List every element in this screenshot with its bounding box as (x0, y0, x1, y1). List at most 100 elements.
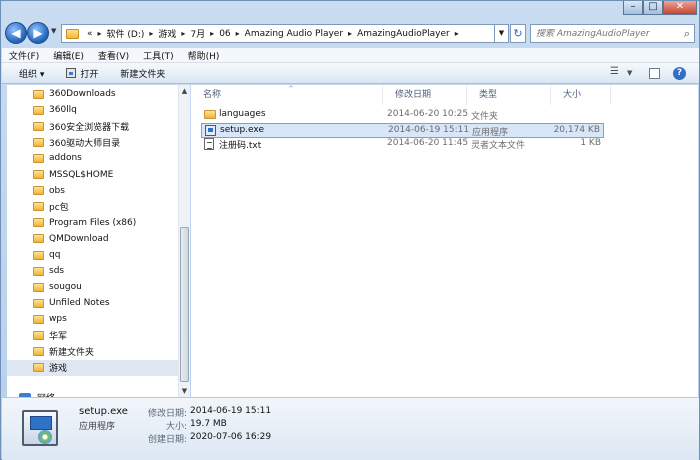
recent-pages-dropdown[interactable]: ▼ (51, 27, 56, 35)
folder-icon (33, 89, 44, 99)
breadcrumb-item[interactable]: 06 (216, 29, 233, 39)
folder-icon (33, 202, 44, 212)
breadcrumb-chevron-icon[interactable]: ▸ (234, 29, 242, 38)
sidebar-item-label: Unfiled Notes (49, 298, 110, 309)
folder-icon (66, 28, 79, 39)
sidebar-item-label: wps (49, 314, 67, 325)
details-created-label: 创建日期: (147, 435, 187, 445)
sidebar-item-folder[interactable]: 360llq (7, 102, 179, 118)
column-header-size[interactable]: 大小 (551, 85, 611, 105)
sidebar-item-folder[interactable]: 新建文件夹 (7, 344, 179, 360)
breadcrumb-chevron-icon[interactable]: ▸ (96, 29, 104, 38)
column-header-type[interactable]: 类型 (467, 85, 551, 105)
breadcrumb-chevron-icon[interactable]: ▸ (147, 29, 155, 38)
open-button[interactable]: 打开 (66, 67, 98, 80)
sidebar-item-label: sougou (49, 282, 82, 293)
sidebar-item-folder[interactable]: Program Files (x86) (7, 215, 179, 231)
preview-pane-icon[interactable] (649, 68, 660, 79)
sidebar-item-label: sds (49, 266, 65, 277)
column-header-name[interactable]: 名称 (191, 85, 383, 105)
folder-icon (33, 186, 44, 196)
breadcrumb-item[interactable]: AmazingAudioPlayer (354, 29, 453, 39)
sidebar-item-folder[interactable]: addons (7, 150, 179, 166)
sidebar-item-label: 360Downloads (49, 89, 116, 99)
chevron-down-icon: ▼ (51, 27, 57, 35)
new-folder-button[interactable]: 新建文件夹 (120, 67, 165, 80)
sidebar-item-label: 游戏 (49, 364, 68, 375)
column-header-date[interactable]: 修改日期 (383, 85, 467, 105)
scroll-down-icon[interactable]: ▼ (179, 385, 190, 397)
breadcrumb-item[interactable]: 游戏 (155, 27, 179, 40)
sidebar-item-folder[interactable]: Unfiled Notes (7, 295, 179, 311)
file-list: 名称 ^ 修改日期 类型 大小 languages 2014-06-20 10:2… (191, 85, 698, 397)
sidebar-item-label: 360驱动大师目录 (49, 138, 121, 149)
breadcrumb-chevron-icon[interactable]: ▸ (346, 29, 354, 38)
folder-icon (33, 218, 44, 228)
change-view-icon[interactable]: ☰ (610, 66, 619, 77)
sidebar-item-folder[interactable]: 360Downloads (7, 86, 179, 102)
file-date: 2014-06-20 11:45 (387, 138, 469, 148)
file-row[interactable]: 注册码.txt 2014-06-20 11:45 灵者文本文件 1 KB (201, 137, 604, 152)
folder-icon (33, 363, 44, 373)
scrollbar-thumb[interactable] (180, 227, 189, 382)
sidebar-item-folder[interactable]: pc包 (7, 199, 179, 215)
sidebar-item-label: MSSQL$HOME (49, 169, 114, 180)
organize-button[interactable]: 组织 ▾ (19, 67, 44, 80)
file-name: 注册码.txt (219, 141, 262, 151)
menu-item[interactable]: 文件(F) (9, 49, 39, 62)
sidebar-item-label: Program Files (x86) (49, 217, 137, 228)
navigation-scrollbar[interactable]: ▲ ▼ (178, 85, 190, 397)
sidebar-item-folder[interactable]: sds (7, 263, 179, 279)
close-button[interactable]: ✕ (663, 1, 697, 15)
open-icon (66, 68, 77, 78)
help-icon[interactable]: ? (673, 67, 686, 80)
forward-button[interactable]: ▶ (27, 22, 49, 44)
breadcrumb-chevron-icon[interactable]: ▸ (453, 29, 461, 38)
search-input[interactable] (536, 28, 676, 39)
sidebar-item-folder[interactable]: 游戏 (7, 359, 179, 376)
sidebar-item-folder[interactable]: qq (7, 247, 179, 263)
address-bar[interactable]: « ▸ 软件 (D:) ▸ 游戏 ▸ 7月 ▸ 06 ▸ Amazing Audio Player… (61, 24, 495, 43)
sidebar-item-folder[interactable]: QMDownload (7, 231, 179, 247)
menu-item[interactable]: 查看(V) (98, 49, 129, 62)
details-pane: setup.exe 应用程序 修改日期: 2014-06-19 15:11 大小… (2, 397, 699, 460)
menu-item[interactable]: 帮助(H) (188, 49, 220, 62)
breadcrumb-overflow[interactable]: « (84, 29, 96, 39)
menu-item[interactable]: 工具(T) (143, 49, 174, 62)
sidebar-item-folder[interactable]: sougou (7, 279, 179, 295)
breadcrumb-chevron-icon[interactable]: ▸ (208, 29, 216, 38)
breadcrumb-item[interactable]: Amazing Audio Player (242, 29, 346, 39)
sidebar-item-folder[interactable]: obs (7, 183, 179, 199)
minimize-button[interactable]: – (623, 1, 643, 15)
file-row[interactable]: setup.exe 2014-06-19 15:11 应用程序 20,174 KB (201, 122, 604, 138)
search-box[interactable]: ⌕ (530, 24, 695, 43)
chevron-down-icon: ▼ (498, 29, 505, 37)
maximize-button[interactable]: □ (643, 1, 663, 15)
scroll-up-icon[interactable]: ▲ (179, 85, 190, 97)
sidebar-item-folder[interactable]: 360安全浏览器下载 (7, 118, 179, 134)
file-type: 灵者文本文件 (471, 141, 526, 151)
exe-icon (205, 124, 216, 136)
chevron-down-icon[interactable]: ▼ (627, 69, 632, 77)
sidebar-item-folder[interactable]: 360驱动大师目录 (7, 134, 179, 150)
breadcrumb-item[interactable]: 7月 (187, 27, 208, 40)
folder-icon (33, 170, 44, 179)
address-history-dropdown[interactable]: ▼ (495, 24, 509, 43)
refresh-button[interactable]: ↻ (510, 24, 526, 43)
search-icon[interactable]: ⌕ (684, 27, 690, 41)
breadcrumb-item[interactable]: 软件 (D:) (104, 27, 148, 40)
installer-icon (22, 410, 58, 446)
arrow-right-icon: ▶ (33, 26, 43, 40)
back-button[interactable]: ◀ (5, 22, 27, 44)
file-row[interactable]: languages 2014-06-20 10:25 文件夹 (201, 108, 604, 123)
sidebar-item-folder[interactable]: 华军 (7, 328, 179, 344)
menu-item[interactable]: 编辑(E) (53, 49, 84, 62)
sidebar-item-folder[interactable]: wps (7, 311, 179, 327)
sidebar-item-folder[interactable]: MSSQL$HOME (7, 167, 179, 183)
folder-icon (33, 234, 44, 244)
address-bar-row: ◀ ▶ ▼ « ▸ 软件 (D:) ▸ 游戏 ▸ 7月 ▸ 06 ▸ Amazing Audio … (5, 21, 697, 47)
folder-icon (33, 331, 44, 340)
details-created-value: 2020-07-06 16:29 (190, 432, 272, 442)
breadcrumb-chevron-icon[interactable]: ▸ (179, 29, 187, 38)
details-file-name: setup.exe (79, 406, 128, 417)
